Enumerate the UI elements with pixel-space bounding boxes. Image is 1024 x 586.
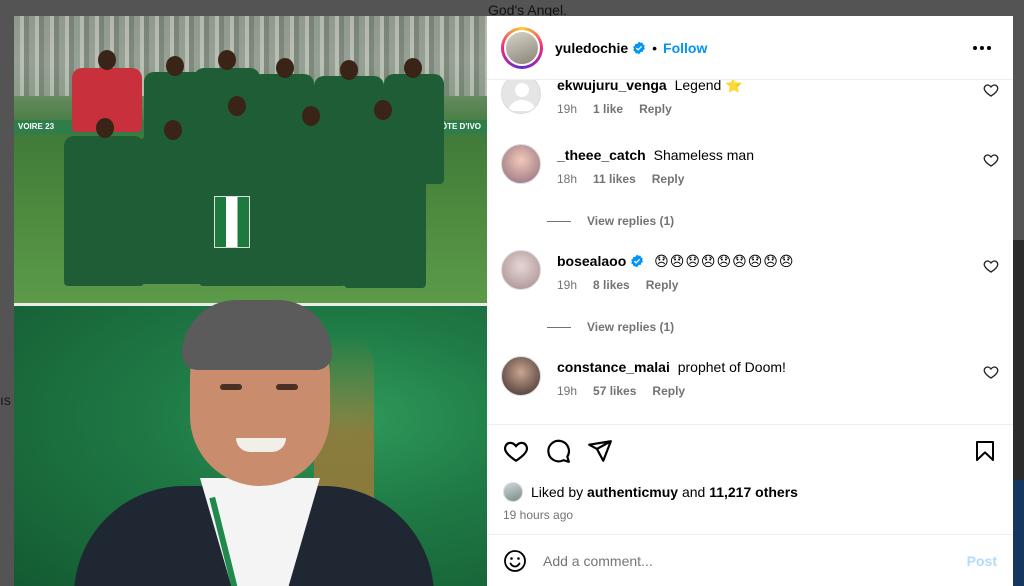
comment-meta: 19h 57 likes Reply: [557, 384, 685, 398]
follow-button[interactable]: Follow: [663, 40, 707, 56]
coach-eye: [276, 384, 298, 390]
replies-dash: [547, 220, 571, 222]
player-head: [404, 58, 422, 78]
player-head: [98, 50, 116, 70]
player-figure: [344, 118, 426, 288]
post-actions-bar: [487, 424, 1013, 476]
comment-item: ekwujuru_venga Legend ⭐ 19h 1 like Reply: [501, 80, 999, 134]
like-comment-heart-icon[interactable]: [983, 152, 999, 168]
view-replies-button[interactable]: View replies (1): [547, 320, 674, 334]
coach-eye: [220, 384, 242, 390]
like-heart-icon[interactable]: [503, 438, 529, 464]
comment-item: _theee_catch Shameless man 18h 11 likes …: [501, 144, 999, 204]
replies-dash: [547, 326, 571, 328]
post-header: yuledochie • Follow: [487, 16, 1013, 80]
player-head: [340, 60, 358, 80]
share-paper-plane-icon[interactable]: [587, 438, 613, 464]
emoji-picker-icon[interactable]: [503, 549, 527, 573]
player-head: [164, 120, 182, 140]
likes-conjunction: and: [681, 484, 706, 500]
team-pennant: [214, 196, 250, 248]
author-username[interactable]: yuledochie: [555, 40, 628, 56]
add-comment-input[interactable]: [543, 552, 967, 569]
player-head: [374, 100, 392, 120]
comment-likes[interactable]: 11 likes: [593, 172, 636, 186]
post-media[interactable]: VOIRE 23 CÔTE D'IVO: [14, 16, 487, 586]
post-side-panel: yuledochie • Follow ekwujuru_venga Legen…: [487, 16, 1013, 586]
player-head: [302, 106, 320, 126]
comment-avatar[interactable]: [501, 356, 541, 396]
comment-avatar[interactable]: [501, 250, 541, 290]
comment-username[interactable]: bosealaoo: [557, 253, 626, 269]
comment-likes[interactable]: 1 like: [593, 102, 623, 116]
comment-time: 19h: [557, 102, 578, 116]
background-left-text: ıs: [0, 392, 11, 408]
comment-username[interactable]: constance_malai: [557, 359, 670, 375]
team-photo: VOIRE 23 CÔTE D'IVO: [14, 16, 487, 303]
more-options-icon[interactable]: [967, 40, 997, 56]
liker-username[interactable]: authenticmuy: [587, 484, 678, 500]
player-figure: [274, 124, 346, 286]
like-comment-heart-icon[interactable]: [983, 82, 999, 98]
like-comment-heart-icon[interactable]: [983, 258, 999, 274]
coach-smile: [236, 438, 286, 452]
comments-list[interactable]: ekwujuru_venga Legend ⭐ 19h 1 like Reply…: [487, 80, 1013, 424]
comment-body: constance_malai prophet of Doom!: [557, 358, 786, 376]
comment-item: constance_malai prophet of Doom! 19h 57 …: [501, 356, 999, 416]
comment-bubble-icon[interactable]: [545, 438, 571, 464]
liker-avatar[interactable]: [503, 482, 523, 502]
likes-others-count[interactable]: 11,217 others: [709, 484, 798, 500]
comment-username[interactable]: _theee_catch: [557, 147, 646, 163]
comment-avatar[interactable]: [501, 144, 541, 184]
player-head: [166, 56, 184, 76]
player-figure: [64, 136, 144, 286]
comment-username[interactable]: ekwujuru_venga: [557, 80, 667, 93]
post-modal: VOIRE 23 CÔTE D'IVO yuledochie • Follow …: [14, 16, 1013, 586]
reply-button[interactable]: Reply: [646, 278, 679, 292]
star-emoji: ⭐: [725, 80, 743, 93]
likes-prefix: Liked by: [531, 484, 584, 500]
comment-likes[interactable]: 8 likes: [593, 278, 630, 292]
player-head: [218, 50, 236, 70]
reply-button[interactable]: Reply: [652, 384, 685, 398]
comment-text: Shameless man: [653, 147, 754, 163]
likes-summary: Liked by authenticmuy and 11,217 others: [487, 476, 1013, 502]
comment-text: Legend: [674, 80, 722, 93]
comment-likes[interactable]: 57 likes: [593, 384, 636, 398]
verified-badge-icon: [632, 41, 646, 55]
comment-meta: 18h 11 likes Reply: [557, 172, 684, 186]
like-comment-heart-icon[interactable]: [983, 364, 999, 380]
comment-time: 19h: [557, 278, 578, 292]
comment-body: bosealaoo 😞😞😞😞😞😞😞😞😞: [557, 252, 795, 270]
comment-body: _theee_catch Shameless man: [557, 146, 754, 164]
comment-body: ekwujuru_venga Legend ⭐: [557, 80, 743, 94]
banner-left-text: VOIRE 23: [18, 122, 55, 131]
comment-time: 18h: [557, 172, 578, 186]
player-head: [228, 96, 246, 116]
reply-button[interactable]: Reply: [652, 172, 685, 186]
post-timestamp[interactable]: 19 hours ago: [487, 502, 1013, 534]
comment-text: prophet of Doom!: [677, 359, 786, 375]
comment-avatar[interactable]: [501, 80, 541, 114]
player-head: [276, 58, 294, 78]
view-replies-label: View replies (1): [587, 214, 675, 228]
comment-meta: 19h 1 like Reply: [557, 102, 672, 116]
comment-item: bosealaoo 😞😞😞😞😞😞😞😞😞 19h 8 likes Reply: [501, 250, 999, 310]
comment-time: 19h: [557, 384, 578, 398]
coach-hair: [182, 300, 332, 370]
author-avatar-image: [504, 29, 540, 66]
header-separator: •: [652, 39, 658, 56]
save-bookmark-icon[interactable]: [973, 439, 997, 463]
comment-composer: Post: [487, 534, 1013, 586]
view-replies-label: View replies (1): [587, 320, 675, 334]
author-avatar[interactable]: [501, 26, 543, 69]
player-head: [96, 118, 114, 138]
background-right-strip-blue: [1012, 480, 1024, 586]
view-replies-button[interactable]: View replies (1): [547, 214, 674, 228]
post-comment-button[interactable]: Post: [967, 553, 997, 569]
comment-text: 😞😞😞😞😞😞😞😞😞: [654, 253, 795, 269]
reply-button[interactable]: Reply: [639, 102, 672, 116]
comment-meta: 19h 8 likes Reply: [557, 278, 678, 292]
verified-badge-icon: [630, 254, 644, 268]
